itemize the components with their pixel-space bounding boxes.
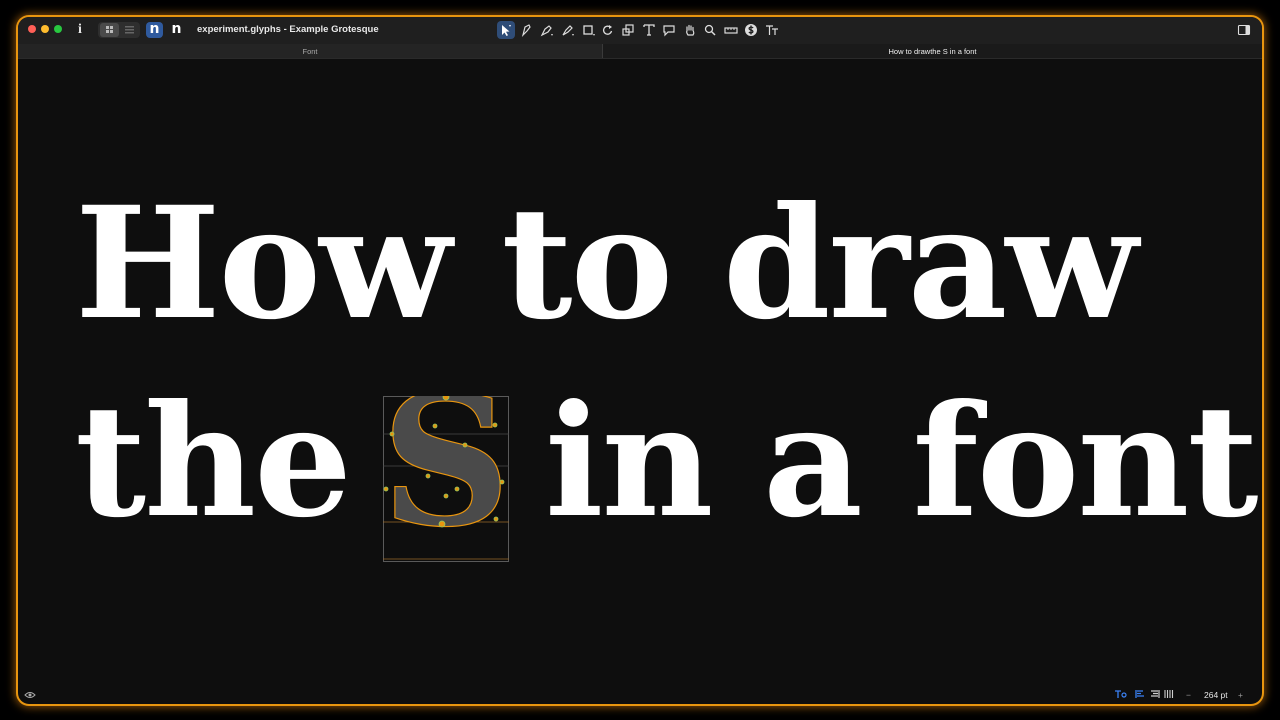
text-tool-icon[interactable] xyxy=(640,21,658,39)
minimize-button[interactable] xyxy=(41,25,49,33)
title-bar: i n n experiment.glyphs - Example Grotes… xyxy=(18,17,1262,44)
zoom-tool-icon[interactable] xyxy=(701,21,719,39)
canvas-text-line2-before: the xyxy=(75,371,352,552)
zoom-out-button[interactable]: − xyxy=(1186,690,1191,700)
preview-view-toggle[interactable]: n xyxy=(168,20,185,38)
justify-icon[interactable] xyxy=(1164,689,1174,699)
zoom-in-button[interactable]: + xyxy=(1238,690,1243,700)
tab-font[interactable]: Font xyxy=(18,44,602,58)
annotation-tool-icon[interactable] xyxy=(660,21,678,39)
active-glyph-editor[interactable]: S xyxy=(380,355,511,567)
draw-tool-icon[interactable] xyxy=(517,21,535,39)
edit-view-toggle[interactable]: n xyxy=(146,20,163,38)
scale-tool-icon[interactable] xyxy=(619,21,637,39)
glyph-s-outline: S xyxy=(383,396,509,562)
glyph-outline: S xyxy=(380,355,511,567)
close-button[interactable] xyxy=(28,25,36,33)
zoom-level: 264 pt xyxy=(1204,690,1228,700)
grid-view-icon[interactable] xyxy=(100,23,119,37)
hand-tool-icon[interactable] xyxy=(681,21,699,39)
edit-canvas[interactable]: How to draw the in a font S xyxy=(18,59,1262,704)
tab-bar: Font How to drawthe S in a font xyxy=(18,44,1262,59)
rectangle-tool-icon[interactable] xyxy=(580,21,598,39)
app-window: i n n experiment.glyphs - Example Grotes… xyxy=(18,17,1262,704)
eye-icon[interactable] xyxy=(24,691,36,699)
window-title: experiment.glyphs - Example Grotesque xyxy=(197,24,379,35)
edit-view-glyph: n xyxy=(149,20,160,37)
tab-how-to-draw[interactable]: How to drawthe S in a font xyxy=(603,44,1262,58)
text-format-icon[interactable] xyxy=(1114,689,1127,699)
status-bar: − 264 pt + xyxy=(18,686,1262,704)
pen-tool-icon[interactable] xyxy=(538,21,556,39)
canvas-text-line2-after: in a font xyxy=(545,371,1259,552)
preview-view-glyph: n xyxy=(171,20,182,37)
dollar-glyph-icon[interactable] xyxy=(742,21,760,39)
info-icon[interactable]: i xyxy=(78,22,82,38)
view-mode-segment xyxy=(98,22,140,38)
zoom-button[interactable] xyxy=(54,25,62,33)
list-view-icon[interactable] xyxy=(120,23,139,37)
type-size-icon[interactable] xyxy=(763,21,781,39)
sidebar-toggle-icon[interactable] xyxy=(1235,21,1253,39)
align-right-icon[interactable] xyxy=(1150,689,1160,699)
brush-tool-icon[interactable] xyxy=(559,21,577,39)
rotate-tool-icon[interactable] xyxy=(599,21,617,39)
canvas-text-line1: How to draw xyxy=(75,173,1138,354)
align-left-icon[interactable] xyxy=(1135,689,1145,699)
measure-tool-icon[interactable] xyxy=(722,21,740,39)
select-tool-icon[interactable] xyxy=(497,21,515,39)
